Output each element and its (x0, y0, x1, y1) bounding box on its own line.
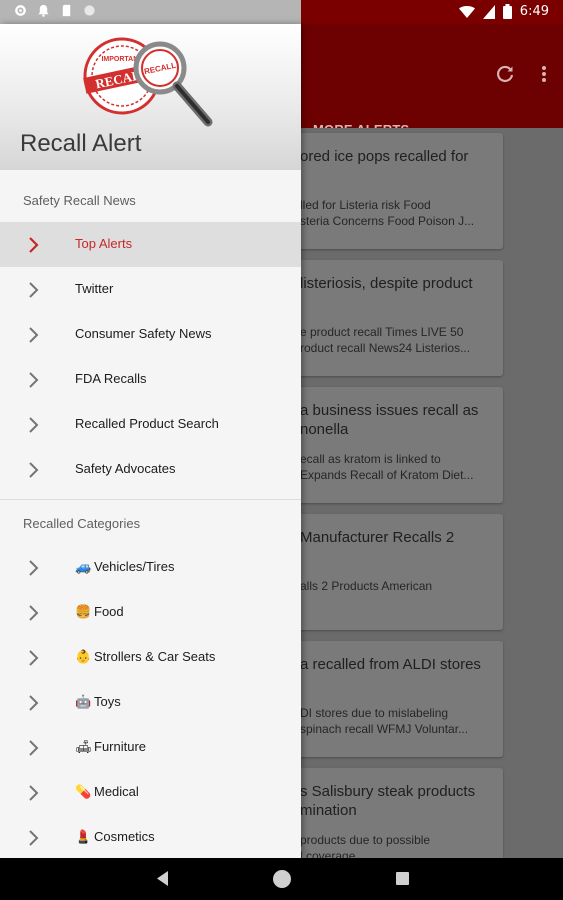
alert-card-snippet: lled for Listeria risk Food steria Concer… (300, 198, 475, 228)
drawer-divider (0, 499, 301, 500)
alert-card-title: a recalled from ALDI stores (300, 656, 481, 673)
chevron-right-icon (29, 417, 39, 433)
refresh-icon[interactable] (495, 64, 515, 84)
alert-card-snippet: e product recall Times LIVE 50 roduct rec… (300, 325, 471, 355)
alert-card-title: Manufacturer Recalls 2 (300, 529, 455, 546)
alert-card-snippet: ecall as kratom is linked to Expands Reca… (300, 452, 474, 482)
drawer-item-label: FDA Recalls (75, 371, 147, 386)
drawer-item-label: Recalled Product Search (75, 416, 219, 431)
back-icon[interactable] (157, 871, 169, 886)
gear-icon (15, 5, 26, 16)
drawer-item-label: 🛋 Furniture (75, 739, 147, 755)
alert-card-title: listeriosis, despite product (300, 275, 473, 292)
circle-icon (84, 5, 95, 16)
drawer-item-label: Twitter (75, 281, 114, 296)
recents-icon[interactable] (396, 872, 409, 885)
alert-card-snippet: DI stores due to mislabeling spinach reca… (300, 706, 469, 736)
chevron-right-icon (29, 327, 39, 343)
chevron-right-icon (29, 237, 39, 253)
section-header-recalled-categories: Recalled Categories (23, 516, 141, 531)
drawer-item-label: 🍔 Food (75, 604, 124, 620)
drawer-item-vehicles-tires[interactable]: 🚙 Vehicles/Tires (0, 545, 301, 590)
status-bar: 6:49 (0, 0, 563, 24)
chevron-right-icon (29, 462, 39, 478)
alert-card-title: s Salisbury steak products mination (300, 783, 476, 819)
recall-logo-icon: IMPORTANT RECALL RECALL (83, 37, 213, 127)
chevron-right-icon (29, 830, 39, 846)
alert-card-snippet: products due to possible l coverage (300, 833, 431, 858)
chevron-right-icon (29, 605, 39, 621)
drawer-item-fda-recalls[interactable]: FDA Recalls (0, 357, 301, 402)
drawer-item-cosmetics[interactable]: 💄 Cosmetics (0, 815, 301, 858)
drawer-item-label: 💊 Medical (75, 784, 139, 800)
drawer-header: IMPORTANT RECALL RECALL Recall Alert (0, 24, 301, 170)
chevron-right-icon (29, 282, 39, 298)
alert-card-title: ored ice pops recalled for (300, 148, 469, 165)
couch-icon: 🛋 (75, 740, 92, 755)
signal-icon (482, 4, 495, 19)
bell-icon (38, 4, 49, 17)
robot-icon: 🤖 (75, 695, 92, 710)
status-system-icons: 6:49 (458, 4, 549, 19)
drawer-item-medical[interactable]: 💊 Medical (0, 770, 301, 815)
drawer-item-label: 🤖 Toys (75, 694, 121, 710)
drawer-item-recalled-product-search[interactable]: Recalled Product Search (0, 402, 301, 447)
status-time: 6:49 (519, 4, 549, 19)
drawer-item-strollers-car-seats[interactable]: 👶 Strollers & Car Seats (0, 635, 301, 680)
drawer-item-safety-advocates[interactable]: Safety Advocates (0, 447, 301, 492)
chevron-right-icon (29, 650, 39, 666)
alert-card-snippet: alls 2 Products American (300, 579, 433, 593)
chevron-right-icon (29, 740, 39, 756)
car-icon: 🚙 (75, 560, 92, 575)
drawer-title: Recall Alert (20, 130, 142, 157)
status-notification-icons (14, 4, 96, 17)
lipstick-icon: 💄 (75, 830, 92, 845)
drawer-item-consumer-safety-news[interactable]: Consumer Safety News (0, 312, 301, 357)
drawer-item-food[interactable]: 🍔 Food (0, 590, 301, 635)
drawer-item-label: 👶 Strollers & Car Seats (75, 649, 216, 665)
wifi-icon (458, 5, 475, 18)
drawer-item-label: Consumer Safety News (75, 326, 212, 341)
drawer-item-label: 🚙 Vehicles/Tires (75, 559, 175, 575)
alert-card-title: a business issues recall as nonella (300, 402, 479, 438)
drawer-item-label: Safety Advocates (75, 461, 176, 476)
pill-icon: 💊 (75, 785, 92, 800)
drawer-item-twitter[interactable]: Twitter (0, 267, 301, 312)
navigation-drawer: IMPORTANT RECALL RECALL Recall Alert Saf… (0, 24, 301, 858)
more-vert-icon[interactable] (541, 64, 547, 84)
drawer-item-label: 💄 Cosmetics (75, 829, 155, 845)
sd-card-icon (62, 4, 71, 17)
chevron-right-icon (29, 695, 39, 711)
drawer-item-toys[interactable]: 🤖 Toys (0, 680, 301, 725)
drawer-item-label: Top Alerts (75, 236, 133, 251)
section-header-safety-recall-news: Safety Recall News (23, 193, 136, 208)
battery-icon (502, 4, 512, 19)
drawer-item-furniture[interactable]: 🛋 Furniture (0, 725, 301, 770)
drawer-item-top-alerts[interactable]: Top Alerts (0, 222, 301, 267)
toolbar-actions (495, 64, 547, 84)
baby-icon: 👶 (75, 650, 92, 665)
chevron-right-icon (29, 785, 39, 801)
home-icon[interactable] (273, 870, 291, 888)
burger-icon: 🍔 (75, 605, 92, 620)
system-nav-bar (0, 858, 563, 900)
chevron-right-icon (29, 560, 39, 576)
chevron-right-icon (29, 372, 39, 388)
